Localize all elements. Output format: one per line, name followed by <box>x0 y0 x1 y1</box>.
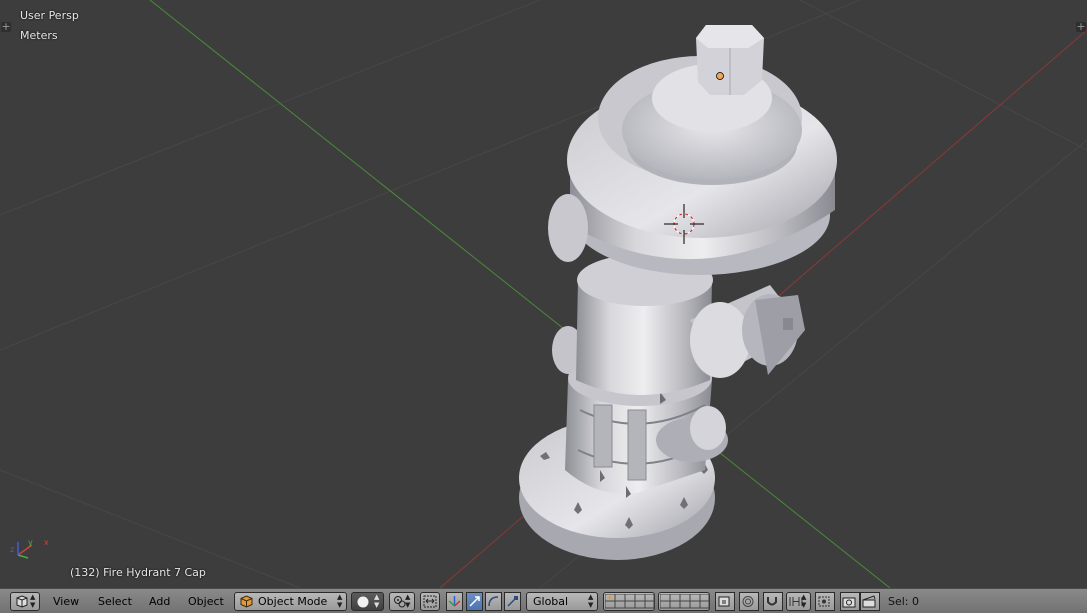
scale-manipulator-button[interactable] <box>504 592 521 611</box>
layer-grid-icon <box>660 594 710 609</box>
fire-hydrant-model <box>519 25 837 560</box>
manipulator-icon <box>448 596 461 607</box>
svg-text:x: x <box>44 538 49 547</box>
svg-text:y: y <box>28 538 33 547</box>
viewport-shading-dropdown[interactable]: ▲ ▼ <box>351 592 384 611</box>
proportional-editing-button[interactable] <box>739 592 759 611</box>
cube-icon <box>240 595 253 608</box>
snap-toggle-button[interactable] <box>763 592 783 611</box>
solid-sphere-icon <box>357 596 369 608</box>
snap-element-button[interactable] <box>420 592 440 611</box>
menu-add[interactable]: Add <box>145 593 174 610</box>
magnet-icon <box>767 597 777 606</box>
opengl-render-button[interactable] <box>840 592 860 611</box>
snap-icon <box>423 595 437 608</box>
editor-type-button[interactable]: ▲ ▼ <box>10 592 40 611</box>
proportional-edit-icon <box>742 596 754 607</box>
3d-view-icon <box>16 595 28 608</box>
scale-icon <box>507 596 518 607</box>
mode-dropdown[interactable]: Object Mode ▲ ▼ <box>234 592 347 611</box>
snap-target-icon <box>818 596 830 607</box>
manipulator-toggle[interactable] <box>446 592 463 611</box>
camera-icon <box>842 597 856 608</box>
selection-status: Sel: 0 <box>888 595 920 608</box>
menu-select[interactable]: Select <box>94 593 136 610</box>
snap-target-button[interactable] <box>815 592 835 611</box>
svg-text:z: z <box>10 545 14 554</box>
panel-toggle-right-icon[interactable]: + <box>1076 21 1086 32</box>
menu-view[interactable]: View <box>49 593 83 610</box>
rotate-manipulator-button[interactable] <box>485 592 502 611</box>
active-object-info: (132) Fire Hydrant 7 Cap <box>70 566 206 579</box>
axis-gizmo-icon: z y x <box>10 538 49 559</box>
layer-lock-button[interactable] <box>715 592 735 611</box>
layer-grid-icon <box>605 594 655 609</box>
3d-view-header: ▲ ▼ View Select Add Object Object Mode ▲ ▼… <box>0 588 1087 613</box>
mode-label: Object Mode <box>258 595 328 608</box>
panel-toggle-left-icon[interactable]: + <box>1 21 11 32</box>
snap-target-dropdown[interactable]: ▲ ▼ <box>786 592 811 611</box>
units-label: Meters <box>20 29 58 42</box>
3d-viewport[interactable]: z y x User Persp Meters (132) Fire Hydra… <box>0 0 1087 588</box>
layers-grid-right[interactable] <box>658 592 710 611</box>
menu-object[interactable]: Object <box>184 593 228 610</box>
clapperboard-icon <box>862 595 876 608</box>
opengl-render-animation-button[interactable] <box>860 592 880 611</box>
layers-grid-left[interactable] <box>603 592 655 611</box>
orientation-label: Global <box>533 595 569 608</box>
view-name-label: User Persp <box>20 9 79 22</box>
scene-canvas[interactable]: z y x <box>0 0 1087 588</box>
transform-orientation-dropdown[interactable]: Global ▲ ▼ <box>526 592 598 611</box>
lock-scene-icon <box>718 596 730 607</box>
translate-icon <box>469 596 480 607</box>
rotate-icon <box>488 596 499 607</box>
pivot-point-dropdown[interactable]: ▲ ▼ <box>389 592 415 611</box>
translate-manipulator-button[interactable] <box>466 592 483 611</box>
